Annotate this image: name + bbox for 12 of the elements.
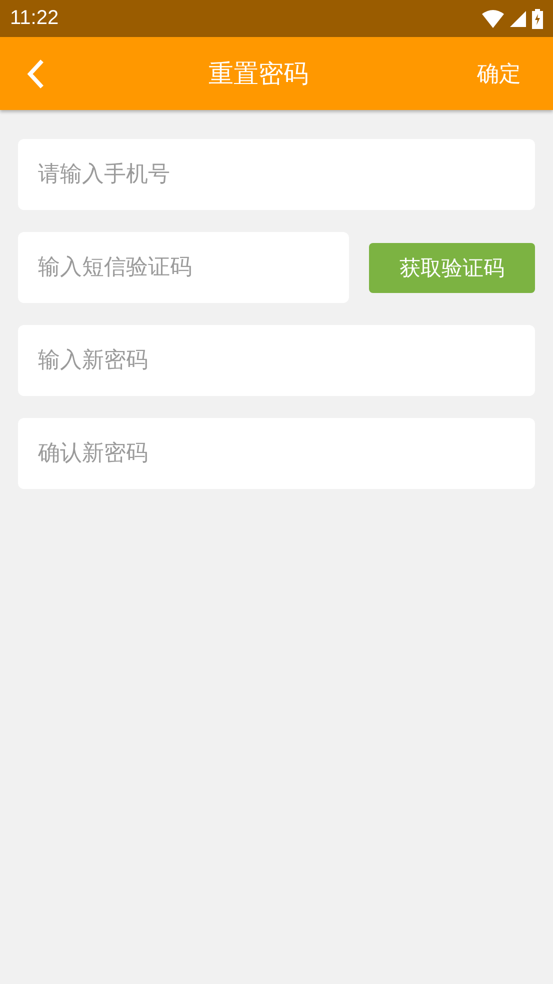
battery-icon [532,8,543,28]
wifi-icon [482,10,504,28]
text-field[interactable]: 输入短信验证码 [18,232,349,303]
back-button[interactable] [26,58,46,90]
text-field[interactable]: 请输入手机号 [18,139,535,210]
confirm-button[interactable]: 确定 [471,52,527,94]
text-field[interactable]: 输入新密码 [18,325,535,396]
signal-icon [510,10,526,26]
page-title: 重置密码 [208,58,308,90]
get-code-button[interactable]: 获取验证码 [369,242,535,292]
text-field[interactable]: 确认新密码 [18,418,535,489]
status-time: 11:22 [10,7,59,30]
